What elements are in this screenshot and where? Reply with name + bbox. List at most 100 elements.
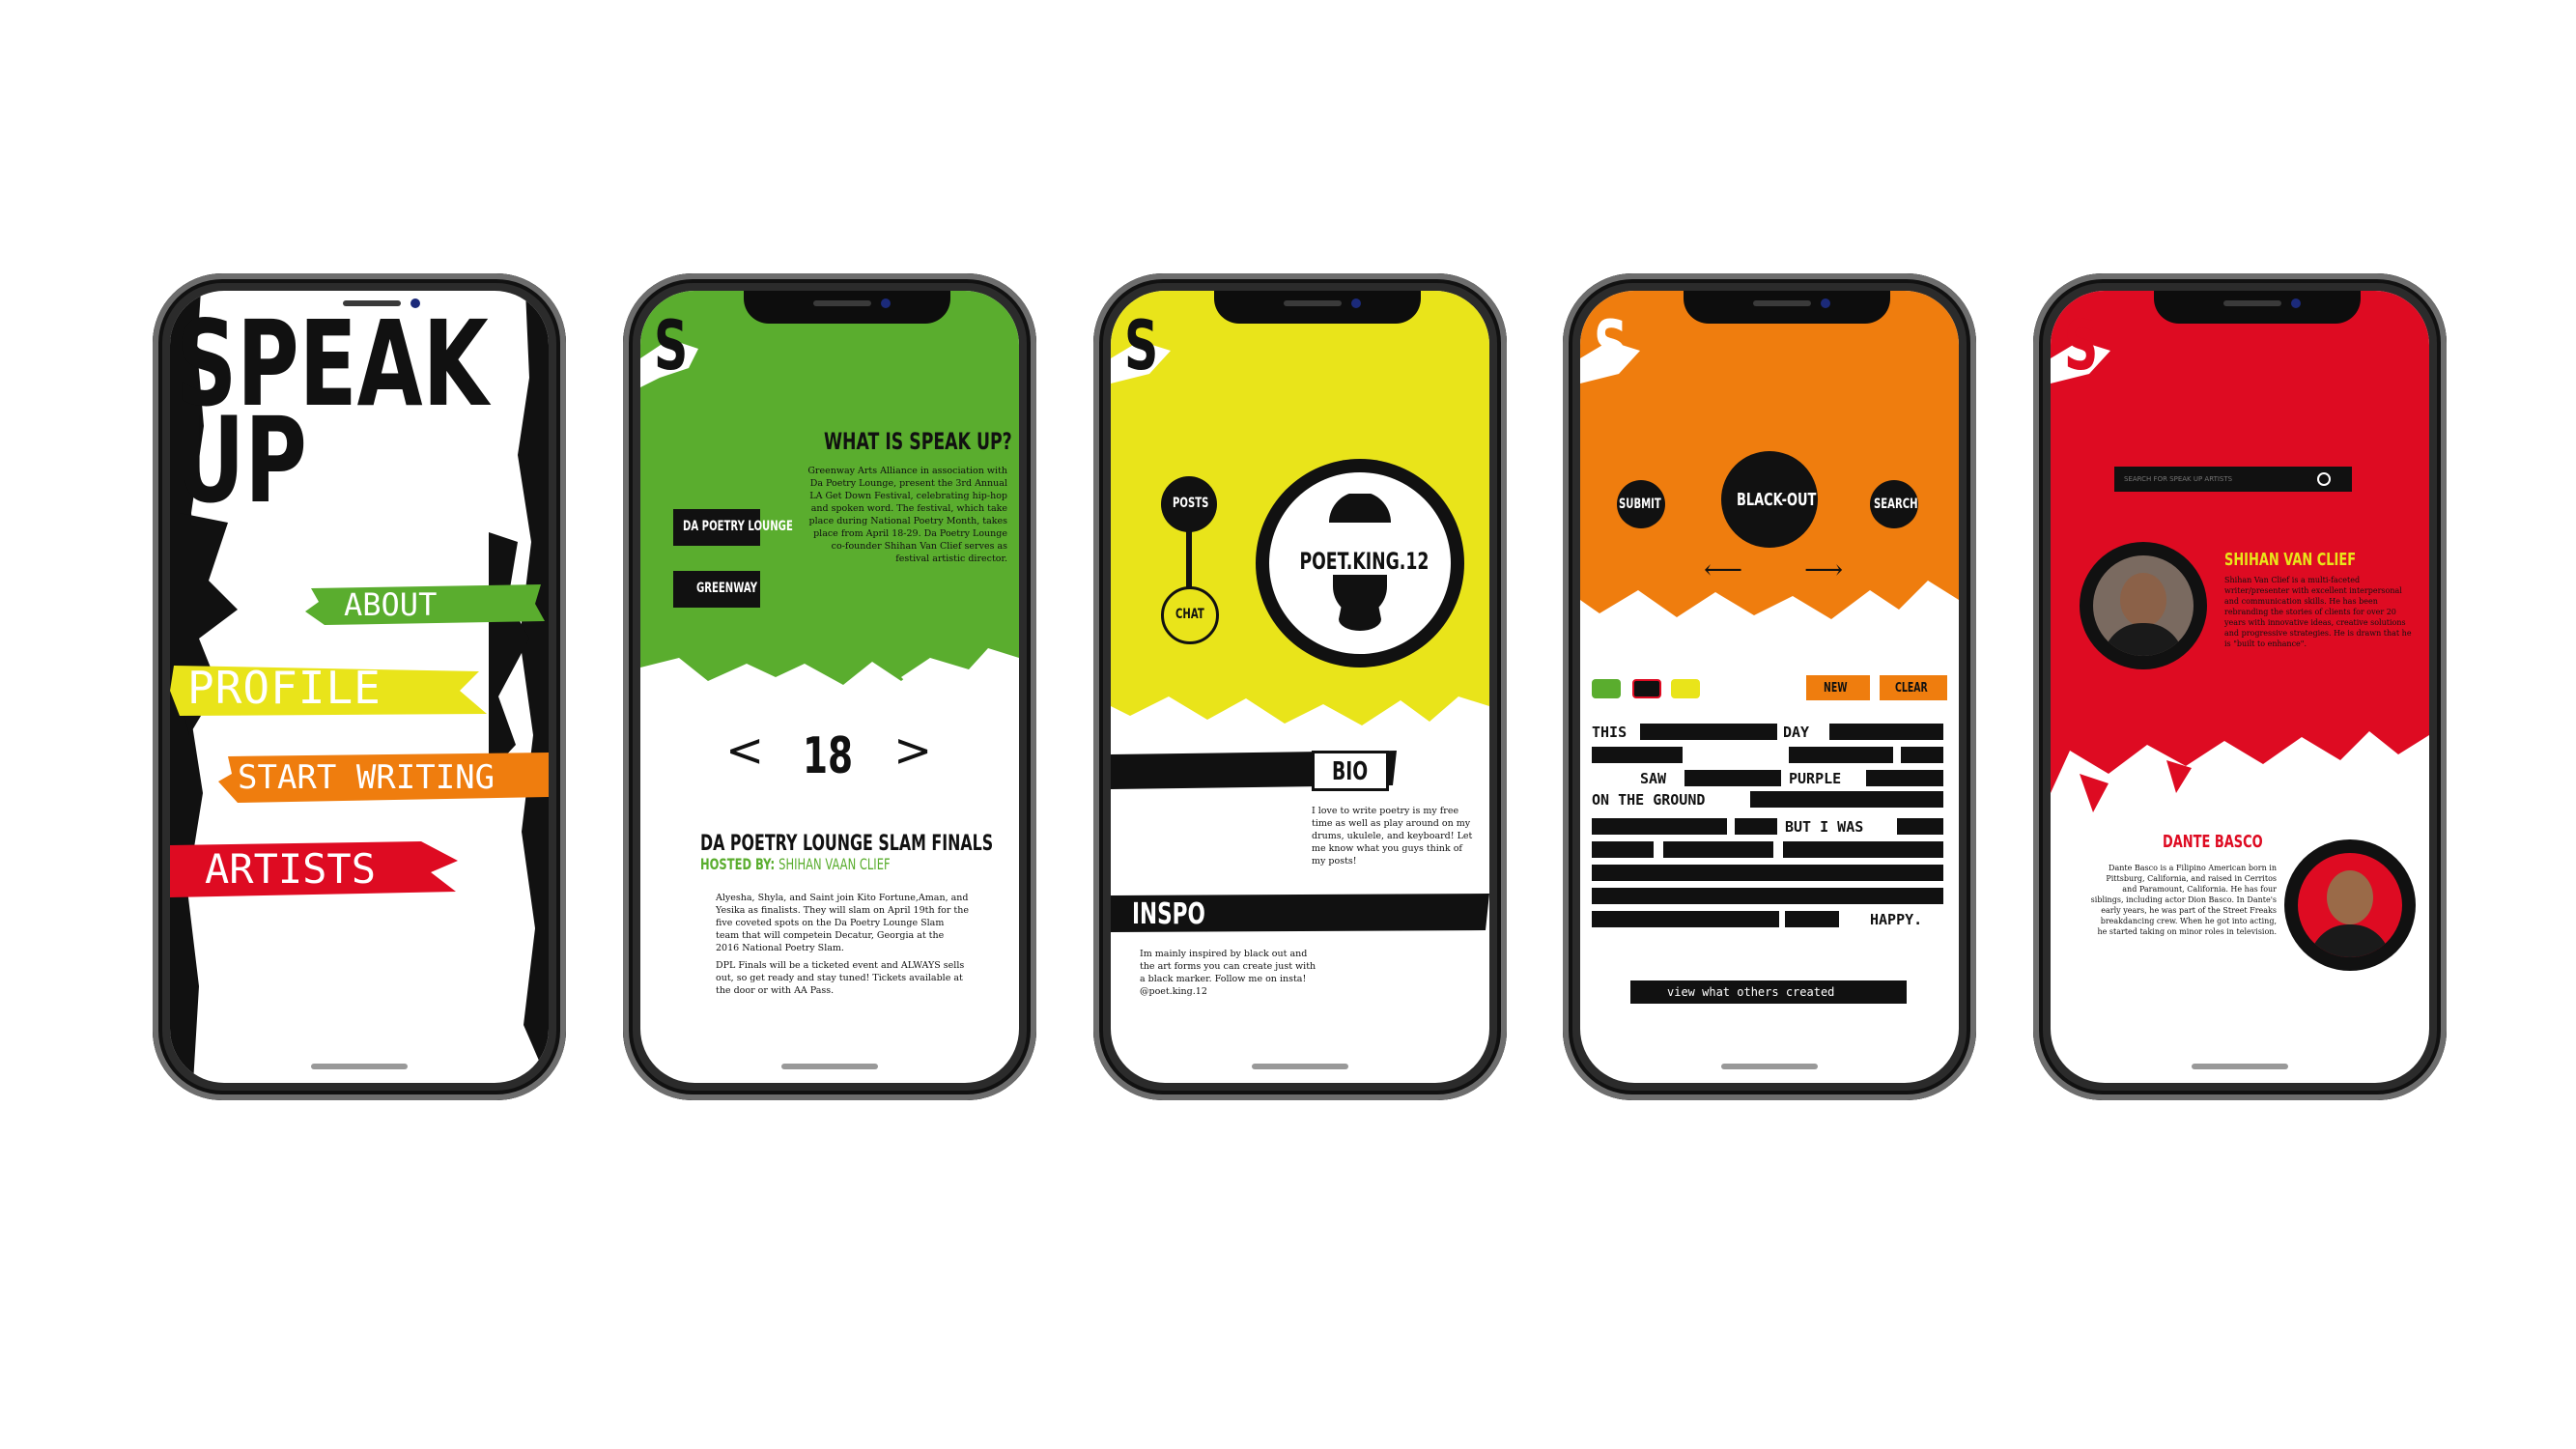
shoulders: [2103, 623, 2184, 656]
menu-about[interactable]: ABOUT: [344, 586, 437, 623]
artists-screen: S SHIHAN VAN CLIEF Shihan Van Clief is a…: [2051, 291, 2429, 1083]
s-logo[interactable]: S: [1124, 312, 1158, 380]
artist1-bio: Shihan Van Clief is a multi-faceted writ…: [2224, 576, 2412, 648]
bio-heading: BIO: [1332, 757, 1369, 786]
redaction-bar: [1901, 747, 1943, 763]
writing-screen: S SUBMIT BLACK-OUT SEARCH ⟵ ⟶ NEW CLEAR …: [1580, 291, 1959, 1083]
event-title: DA POETRY LOUNGE SLAM FINALS: [700, 832, 994, 856]
redaction-bar: [1592, 747, 1683, 763]
chat-button[interactable]: CHAT: [1161, 586, 1219, 644]
blackout-button[interactable]: BLACK-OUT: [1721, 451, 1818, 548]
poem-word: THIS: [1592, 724, 1628, 741]
avatar[interactable]: POET.KING.12: [1269, 472, 1451, 654]
notch: [1214, 291, 1421, 324]
search-label: SEARCH: [1874, 497, 1918, 512]
arrow-left-icon[interactable]: ⟵: [1704, 554, 1742, 585]
menu-profile[interactable]: PROFILE: [187, 662, 382, 714]
artist1-name[interactable]: SHIHAN VAN CLIEF: [2224, 550, 2356, 570]
swatch-green[interactable]: [1592, 679, 1621, 698]
home-indicator: [2192, 1064, 2288, 1069]
clear-button[interactable]: CLEAR: [1880, 675, 1947, 700]
event-date: 18: [803, 727, 854, 785]
posts-button[interactable]: POSTS: [1161, 476, 1217, 532]
redaction-bar: [1592, 865, 1943, 881]
next-date-arrow[interactable]: >: [893, 724, 932, 778]
redaction-bar: [1640, 724, 1777, 740]
redaction-bar: [1663, 841, 1773, 858]
artist-search-bar[interactable]: [2114, 467, 2352, 492]
poem-word: BUT I WAS: [1785, 818, 1864, 836]
clear-label: CLEAR: [1895, 681, 1928, 696]
about-screen: S WHAT IS SPEAK UP? Greenway Arts Allian…: [640, 291, 1019, 1083]
artist2-bio: Dante Basco is a Filipino American born …: [2090, 864, 2277, 936]
blackout-label: BLACK-OUT: [1737, 490, 1817, 510]
redaction-bar: [1783, 841, 1943, 858]
s-logo[interactable]: S: [2064, 312, 2098, 380]
artist-search-input[interactable]: [2122, 470, 2317, 488]
profile-screen: S POSTS CHAT POET.KING.12 BIO I love to …: [1111, 291, 1489, 1083]
notch: [1684, 291, 1890, 324]
bio-tag: BIO: [1312, 751, 1389, 791]
search-icon[interactable]: [2317, 472, 2331, 486]
poem-word: SAW: [1640, 770, 1667, 787]
artist1-avatar-ring: [2080, 542, 2207, 669]
da-poetry-lounge-label: DA POETRY LOUNGE: [683, 519, 793, 534]
poem-word: ON THE GROUND: [1592, 791, 1706, 809]
submit-label: SUBMIT: [1619, 497, 1661, 512]
s-logo[interactable]: S: [654, 312, 688, 380]
redaction-bar: [1785, 911, 1839, 927]
app-title-line2: UP: [176, 392, 307, 529]
phone-profile: S POSTS CHAT POET.KING.12 BIO I love to …: [1093, 273, 1507, 1100]
swatch-yellow[interactable]: [1671, 679, 1700, 698]
face: [2120, 573, 2166, 627]
bio-text: I love to write poetry is my free time a…: [1312, 806, 1473, 867]
artist2-avatar-ring: [2284, 839, 2416, 971]
event-paragraph-2: DPL Finals will be a ticketed event and …: [716, 960, 965, 996]
poem-word: DAY: [1783, 724, 1810, 741]
poem-word: PURPLE: [1789, 770, 1842, 787]
menu-artists[interactable]: ARTISTS: [205, 845, 376, 893]
phone-about: S WHAT IS SPEAK UP? Greenway Arts Allian…: [623, 273, 1036, 1100]
swatch-black[interactable]: [1632, 679, 1661, 698]
chat-label: CHAT: [1175, 607, 1204, 622]
redaction-bar: [1750, 791, 1943, 808]
inspo-text: Im mainly inspired by black out and the …: [1140, 949, 1316, 997]
poem-word: HAPPY.: [1870, 911, 1923, 928]
s-logo[interactable]: S: [1594, 312, 1628, 380]
artist2-name[interactable]: DANTE BASCO: [2163, 832, 2263, 852]
greenway-button[interactable]: GREENWAY: [673, 571, 760, 608]
redaction-bar: [1592, 818, 1727, 835]
redaction-bar: [1897, 818, 1943, 835]
da-poetry-lounge-button[interactable]: DA POETRY LOUNGE: [673, 509, 793, 546]
phone-start-writing: S SUBMIT BLACK-OUT SEARCH ⟵ ⟶ NEW CLEAR …: [1563, 273, 1976, 1100]
home-indicator: [781, 1064, 878, 1069]
redaction-bar: [1592, 911, 1779, 927]
about-body: Greenway Arts Alliance in association wi…: [807, 466, 1007, 564]
search-button[interactable]: SEARCH: [1870, 480, 1918, 528]
about-heading: WHAT IS SPEAK UP?: [824, 428, 1012, 455]
redaction-bar: [1684, 770, 1781, 786]
artist2-photo[interactable]: [2298, 853, 2402, 957]
menu-start-writing[interactable]: START WRITING: [238, 758, 495, 797]
avatar-ring: POET.KING.12: [1256, 459, 1464, 668]
submit-button[interactable]: SUBMIT: [1617, 480, 1665, 528]
redaction-bar: [1735, 818, 1777, 835]
hosted-label: HOSTED BY:: [700, 855, 776, 873]
new-button[interactable]: NEW: [1806, 675, 1870, 700]
host-name: SHIHAN VAAN CLIEF: [778, 855, 891, 873]
notch: [744, 291, 950, 324]
home-indicator: [1252, 1064, 1348, 1069]
redaction-bar: [1866, 770, 1943, 786]
arrow-right-icon[interactable]: ⟶: [1804, 554, 1843, 585]
notch: [2154, 291, 2361, 324]
artist1-photo[interactable]: [2093, 555, 2194, 656]
view-others-label: view what others created: [1667, 985, 1835, 999]
view-others-button[interactable]: view what others created: [1630, 980, 1907, 1004]
home-indicator: [311, 1064, 408, 1069]
prev-date-arrow[interactable]: <: [725, 724, 764, 778]
phone-home: SPEAK UP ABOUT PROFILE START WRITING ART…: [153, 273, 566, 1100]
redaction-bar: [1829, 724, 1943, 740]
redaction-bar: [1592, 841, 1654, 858]
hosted-by: HOSTED BY: SHIHAN VAAN CLIEF: [700, 855, 891, 873]
phone-artists: S SHIHAN VAN CLIEF Shihan Van Clief is a…: [2033, 273, 2447, 1100]
